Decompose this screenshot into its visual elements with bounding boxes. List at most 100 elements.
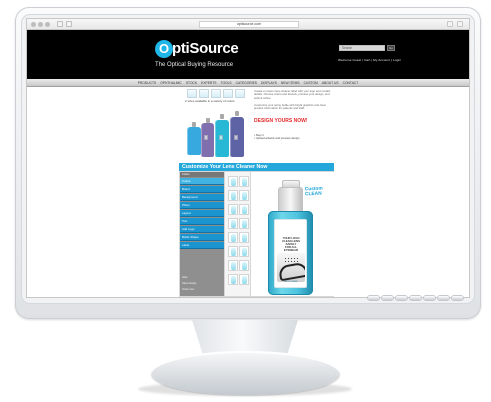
tool-add-logo[interactable]: Add Logo <box>180 226 224 233</box>
thumbnail-bottle-2[interactable] <box>199 89 209 98</box>
tool-label[interactable]: Label <box>180 242 224 249</box>
tool-layout[interactable]: Layout <box>180 210 224 217</box>
design-option-2[interactable] <box>239 176 249 187</box>
intro-text: Create a custom lens cleaner label with … <box>254 89 331 100</box>
design-option-6[interactable] <box>239 204 249 215</box>
design-thumbnails <box>224 172 251 296</box>
nav-item-displays[interactable]: DISPLAYS <box>261 79 277 87</box>
design-option-3[interactable] <box>228 190 238 201</box>
design-yours-link[interactable]: DESIGN YOURS NOW! <box>254 118 308 124</box>
help-link[interactable]: Help <box>180 276 224 279</box>
bottle-preview: Custom CLEAN YOUR LOGO CLEAN LENS SAFELY… <box>251 172 334 296</box>
nav-item-new-items[interactable]: NEW ITEMS <box>281 79 300 87</box>
bottle-body: YOUR LOGO CLEAN LENS SAFELY FOR ALL EYEW… <box>268 211 313 295</box>
design-option-4[interactable] <box>239 190 249 201</box>
sidebar-title: Colors <box>180 172 224 177</box>
optisource-logo[interactable]: O ptiSource <box>155 40 251 60</box>
monitor-control-icon[interactable] <box>368 296 379 300</box>
tool-photo[interactable]: Photo <box>180 202 224 209</box>
nav-item-products[interactable]: PRODUCTS <box>138 79 157 87</box>
close-window-icon[interactable] <box>31 22 36 27</box>
thumbnail-bottle-1[interactable] <box>187 89 197 98</box>
builder-sidebar: Colors Colors Brand Background Photo Lay… <box>180 172 224 296</box>
design-option-13[interactable] <box>228 260 238 271</box>
bottle-label: YOUR LOGO CLEAN LENS SAFELY FOR ALL EYEW… <box>274 219 307 288</box>
nav-item-custom[interactable]: CUSTOM <box>304 79 318 87</box>
eyeglasses-artwork <box>277 253 305 282</box>
purple-bottle-label <box>204 135 208 140</box>
nav-item-stock[interactable]: STOCK <box>186 79 197 87</box>
browser-window: optisource.com O ptiSource The Optical B… <box>26 18 470 298</box>
account-links[interactable]: Welcome Guest | Cart | My Account | Logi… <box>338 58 448 62</box>
browser-toolbar: optisource.com <box>27 19 469 30</box>
design-option-5[interactable] <box>228 204 238 215</box>
back-icon[interactable] <box>57 21 63 27</box>
main-navigation: PRODUCTS OPHTHALMIC STOCK EXPERTS TOOLS … <box>27 79 469 87</box>
tool-colors[interactable]: Colors <box>180 178 224 185</box>
thumbnail-bottle-4[interactable] <box>223 89 233 98</box>
feature-bullets: • Step 1 • Upload artwork and preview de… <box>254 133 299 141</box>
nav-item-about-us[interactable]: ABOUT US <box>322 79 339 87</box>
cyan-bottle-cap <box>220 114 224 119</box>
blue-bottle <box>187 127 201 155</box>
lens-cleaner-bottles-image <box>187 105 251 159</box>
logo-text: ptiSource <box>172 40 239 57</box>
label-copy: YOUR LOGO CLEAN LENS SAFELY FOR ALL EYEW… <box>282 236 300 253</box>
purple-bottle-cap <box>206 118 210 123</box>
design-option-9[interactable] <box>228 232 238 243</box>
thumbnail-row <box>187 89 247 98</box>
description-text: Customize your spray bottle with bright … <box>254 103 326 111</box>
customize-heading: Customize Your Lens Cleaner Now <box>179 163 334 171</box>
monitor-control-icon[interactable] <box>410 296 421 300</box>
monitor-control-icon[interactable] <box>452 296 463 300</box>
tool-bottle-shape[interactable]: Bottle Shape <box>180 234 224 241</box>
monitor-controls <box>368 296 472 302</box>
zoom-window-icon[interactable] <box>45 22 50 27</box>
design-option-10[interactable] <box>239 232 249 243</box>
search-button[interactable]: Go <box>387 45 395 51</box>
logo-mark: O <box>155 40 173 58</box>
design-option-15[interactable] <box>228 274 238 285</box>
bottle-neck <box>278 187 303 213</box>
search-input[interactable]: Search <box>339 45 385 51</box>
site-tagline: The Optical Buying Resource <box>155 62 234 68</box>
thumbnail-bottle-5[interactable] <box>235 89 245 98</box>
tool-brand[interactable]: Brand <box>180 186 224 193</box>
minimize-window-icon[interactable] <box>38 22 43 27</box>
nav-item-ophthalmic[interactable]: OPHTHALMIC <box>160 79 182 87</box>
label-footer: ANTI-GLARE <box>284 281 298 283</box>
design-option-1[interactable] <box>228 176 238 187</box>
thumbnail-bottle-3[interactable] <box>211 89 221 98</box>
tool-background[interactable]: Background <box>180 194 224 201</box>
content-page: 2 sizes available in a variety of colors <box>179 88 334 297</box>
violet-bottle-label <box>234 135 238 140</box>
nav-item-experts[interactable]: EXPERTS <box>201 79 216 87</box>
share-icon[interactable] <box>447 21 453 27</box>
design-option-8[interactable] <box>239 218 249 229</box>
design-option-12[interactable] <box>239 246 249 257</box>
monitor-control-icon[interactable] <box>424 296 435 300</box>
thumbnail-caption: 2 sizes available in a variety of colors <box>185 99 235 103</box>
purple-bottle <box>201 123 214 157</box>
monitor-control-icon[interactable] <box>396 296 407 300</box>
monitor-scene: optisource.com O ptiSource The Optical B… <box>0 0 491 402</box>
address-bar[interactable]: optisource.com <box>199 21 299 28</box>
save-design-link[interactable]: Save design <box>180 282 224 285</box>
design-option-14[interactable] <box>239 260 249 271</box>
monitor-control-icon[interactable] <box>438 296 449 300</box>
blue-bottle-cap <box>192 122 196 127</box>
monitor-control-icon[interactable] <box>382 296 393 300</box>
order-now-link[interactable]: Order now <box>180 288 224 291</box>
design-option-16[interactable] <box>239 274 249 285</box>
design-option-7[interactable] <box>228 218 238 229</box>
nav-item-contact[interactable]: CONTACT <box>343 79 359 87</box>
product-gallery: 2 sizes available in a variety of colors <box>185 88 245 159</box>
monitor-stand-base <box>151 351 340 395</box>
nav-item-tools[interactable]: TOOLS <box>220 79 231 87</box>
forward-icon[interactable] <box>66 21 72 27</box>
tabs-icon[interactable] <box>457 21 463 27</box>
nav-item-categories[interactable]: CATEGORIES <box>236 79 257 87</box>
lens-cleaner-preview: YOUR LOGO CLEAN LENS SAFELY FOR ALL EYEW… <box>267 180 314 295</box>
tool-text[interactable]: Text <box>180 218 224 225</box>
design-option-11[interactable] <box>228 246 238 257</box>
